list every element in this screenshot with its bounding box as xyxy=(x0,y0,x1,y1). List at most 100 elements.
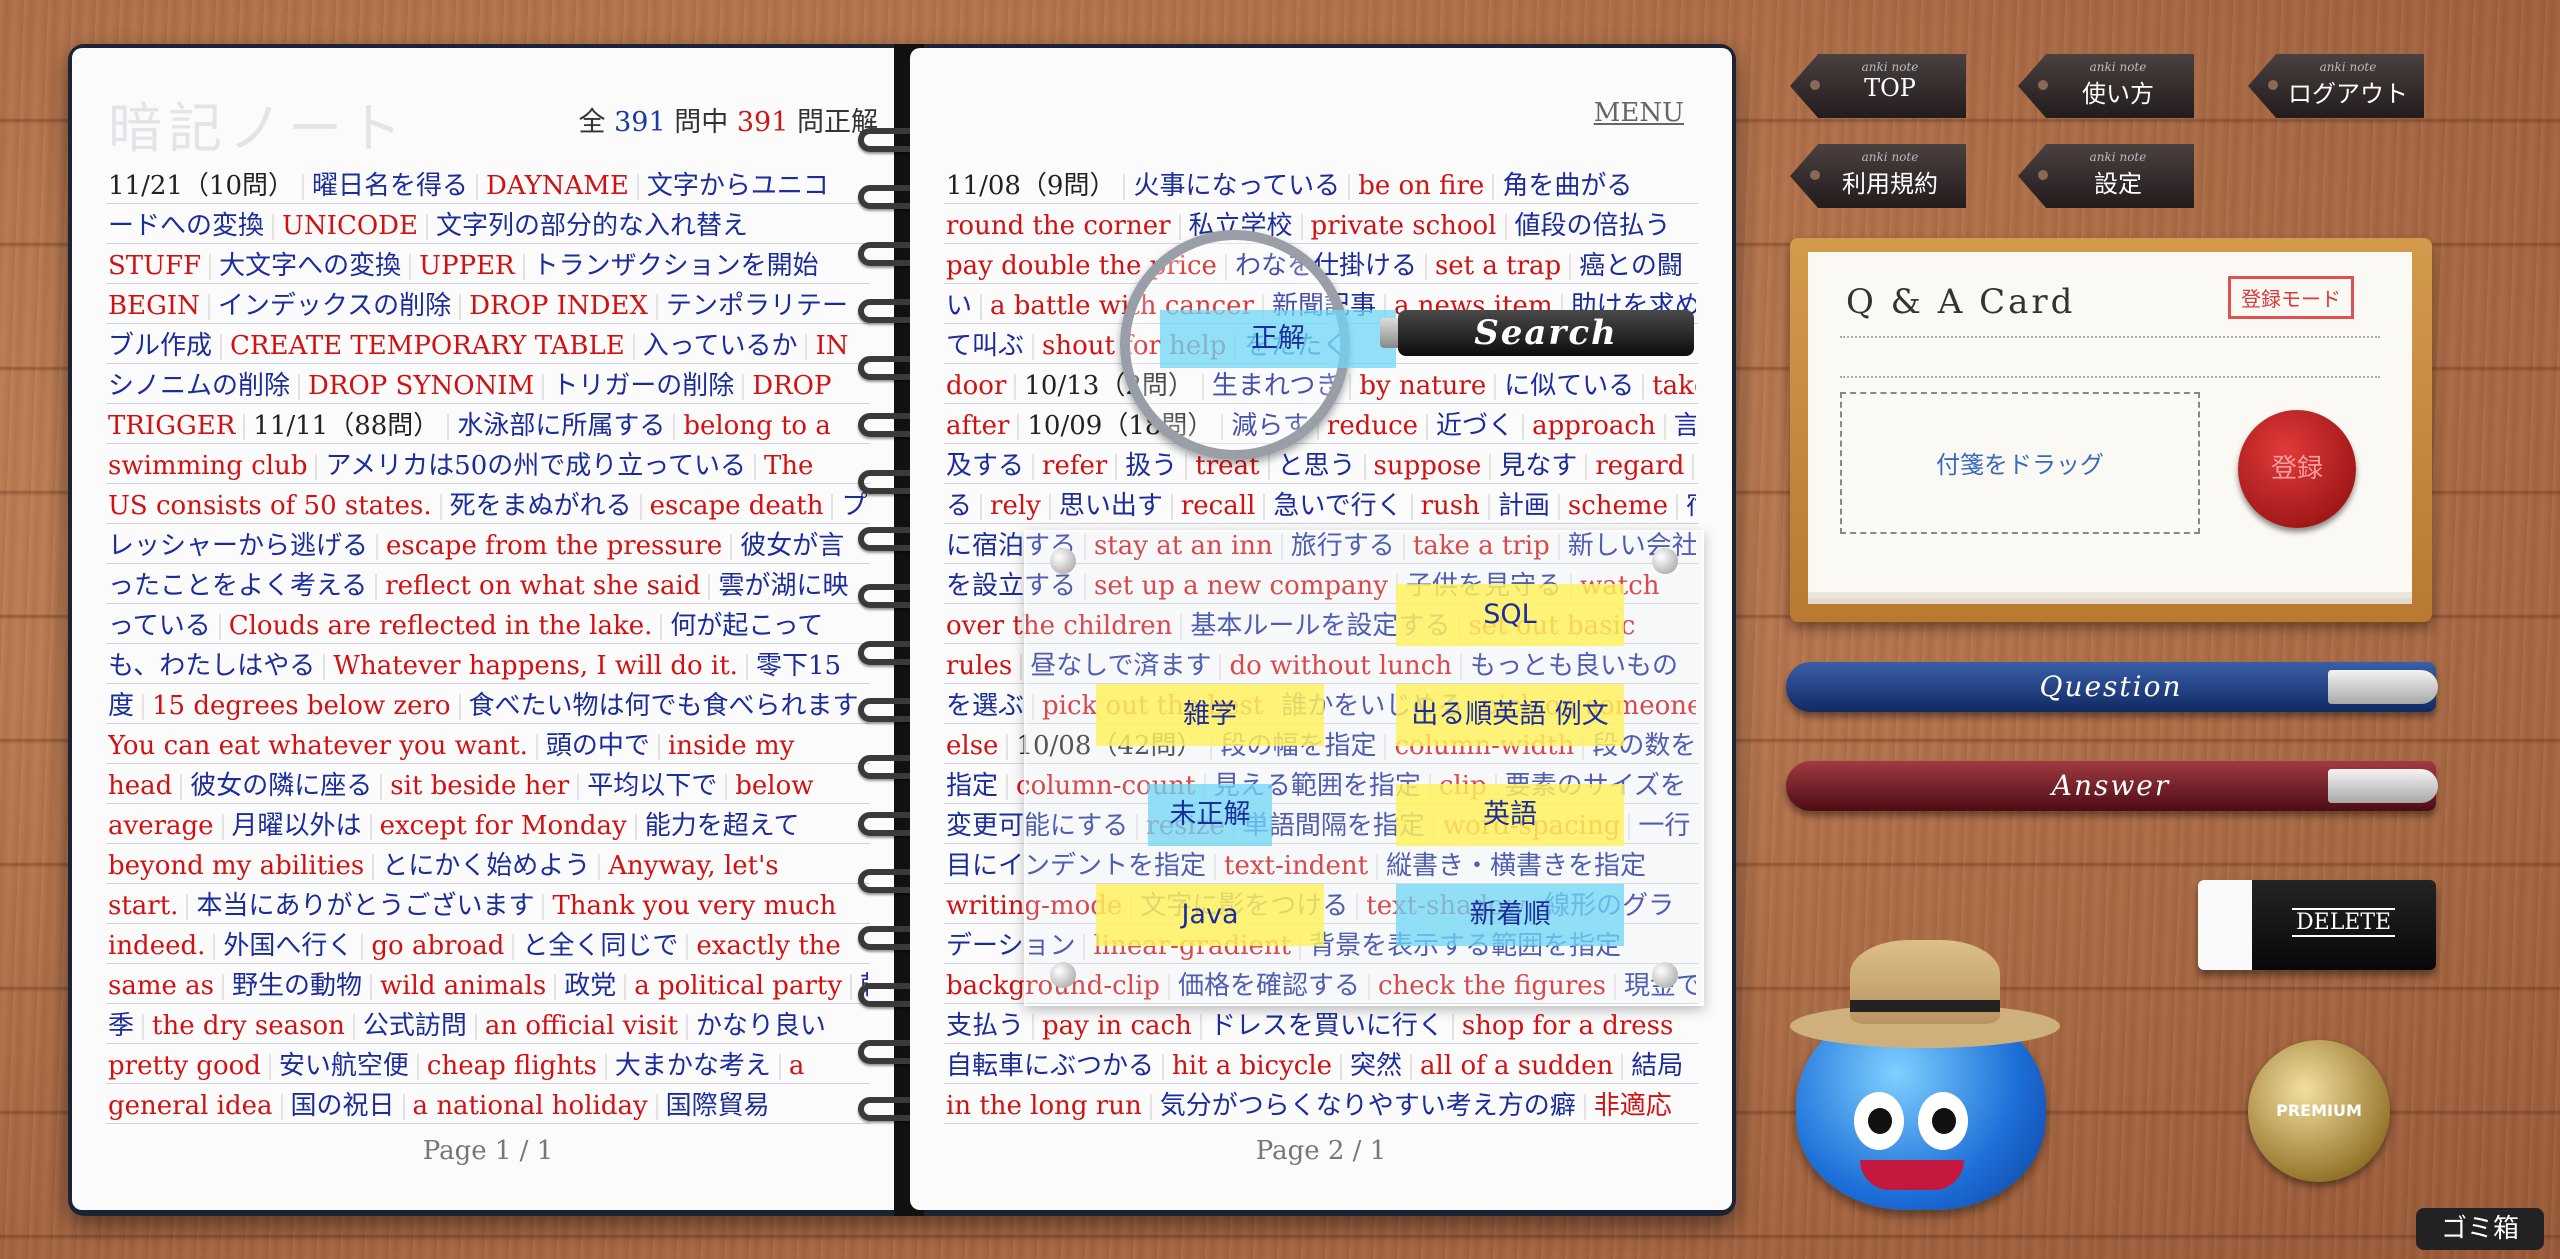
date-heading[interactable]: 11/21（10問） xyxy=(108,171,294,201)
answer-text[interactable]: beyond my abilities xyxy=(108,851,364,881)
question-text[interactable]: 度 xyxy=(108,691,134,721)
answer-text[interactable]: scheme xyxy=(1568,491,1668,521)
filter-tag-english[interactable]: 英語 xyxy=(1396,784,1624,846)
answer-text[interactable]: round the corner xyxy=(946,211,1171,241)
sticky-dropzone[interactable]: 付箋をドラッグ xyxy=(1840,392,2200,534)
answer-text[interactable]: Clouds are reflected in the lake. xyxy=(229,611,653,641)
answer-text[interactable]: start. xyxy=(108,891,178,921)
question-text[interactable]: っている xyxy=(108,611,211,641)
question-text[interactable]: 扱う xyxy=(1125,451,1177,481)
answer-text[interactable]: STUFF xyxy=(108,251,201,281)
answer-text[interactable]: set a trap xyxy=(1435,251,1561,281)
question-pen[interactable]: Question xyxy=(1786,662,2438,712)
answer-text[interactable]: BEGIN xyxy=(108,291,200,321)
answer-text[interactable]: general idea xyxy=(108,1091,273,1121)
question-text[interactable]: 国際貿易 xyxy=(666,1091,770,1121)
question-text[interactable]: 季 xyxy=(108,1011,134,1041)
filter-tag-english-examples[interactable]: 出る順英語 例文 xyxy=(1396,684,1624,746)
filter-tag-newest[interactable]: 新着順 xyxy=(1396,884,1624,946)
question-text[interactable]: 死をまぬがれる xyxy=(450,491,632,521)
question-text[interactable]: 何が起こって xyxy=(670,611,823,641)
answer-text[interactable]: belong to a xyxy=(683,411,831,441)
question-text[interactable]: ブル作成 xyxy=(108,331,212,361)
answer-text[interactable]: indeed. xyxy=(108,931,205,961)
answer-text[interactable]: hit a bicycle xyxy=(1172,1051,1332,1081)
premium-badge-icon[interactable]: PREMIUM xyxy=(2248,1040,2390,1182)
answer-text[interactable]: rush xyxy=(1421,491,1480,521)
question-text[interactable]: 値段の倍払う xyxy=(1515,211,1671,241)
answer-text[interactable]: refer xyxy=(1042,451,1107,481)
answer-text[interactable]: a political party xyxy=(634,971,842,1001)
answer-text[interactable]: UNICODE xyxy=(282,211,418,241)
answer-text[interactable]: DROP SYNONIM xyxy=(308,371,534,401)
filter-tag-unanswered[interactable]: 未正解 xyxy=(1148,784,1272,846)
question-text[interactable]: い xyxy=(946,291,972,321)
answer-text[interactable]: suppose xyxy=(1374,451,1482,481)
answer-text[interactable]: pay in cach xyxy=(1042,1011,1192,1041)
question-text[interactable]: 自転車にぶつかる xyxy=(946,1051,1154,1081)
answer-text[interactable]: 非適応 xyxy=(1594,1091,1672,1121)
filter-tag-trivia[interactable]: 雑学 xyxy=(1096,684,1324,746)
filter-tag-sql[interactable]: SQL xyxy=(1396,584,1624,646)
question-text[interactable]: る xyxy=(946,491,972,521)
question-text[interactable]: 月曜以外は xyxy=(232,811,362,841)
nav-how-to-use[interactable]: anki note 使い方 xyxy=(2018,54,2194,118)
answer-text[interactable]: a xyxy=(789,1051,805,1081)
answer-text[interactable]: Anyway, let's xyxy=(608,851,778,881)
question-text[interactable]: アメリカは50の州で成り立っている xyxy=(325,451,746,481)
question-text[interactable]: ドレスを買いに行く xyxy=(1210,1011,1444,1041)
question-text[interactable]: 大文字への変換 xyxy=(219,251,401,281)
question-text[interactable]: シノニムの削除 xyxy=(108,371,290,401)
question-text[interactable]: ったことをよく考える xyxy=(108,571,367,601)
question-text[interactable]: を選ぶ xyxy=(946,691,1024,721)
question-text[interactable]: 突然 xyxy=(1350,1051,1402,1081)
question-text[interactable]: ードへの変換 xyxy=(108,211,264,241)
delete-eraser[interactable]: DELETE xyxy=(2198,880,2436,970)
question-text[interactable]: レッシャーから逃げる xyxy=(108,531,368,561)
question-text[interactable]: 気分がつらくなりやすい考え方の癖 xyxy=(1160,1091,1576,1121)
answer-text[interactable]: The xyxy=(764,451,813,481)
question-text[interactable]: トランザクションを開始 xyxy=(533,251,819,281)
question-text[interactable]: 曜日名を得る xyxy=(312,171,468,201)
answer-text[interactable]: regard xyxy=(1595,451,1684,481)
answer-text[interactable]: rely xyxy=(990,491,1041,521)
answer-text[interactable]: TRIGGER xyxy=(108,411,235,441)
question-text[interactable]: 野生の動物 xyxy=(232,971,362,1001)
question-text[interactable]: 文字列の部分的な入れ替え xyxy=(436,211,748,241)
nav-logout[interactable]: anki note ログアウト xyxy=(2248,54,2424,118)
question-text[interactable]: 指定 xyxy=(946,771,998,801)
answer-text[interactable]: cheap flights xyxy=(427,1051,597,1081)
question-text[interactable]: 言 xyxy=(1674,411,1696,441)
answer-text[interactable]: approach xyxy=(1532,411,1656,441)
answer-text[interactable]: be on fire xyxy=(1358,171,1484,201)
question-text[interactable]: 文字からユニコ xyxy=(647,171,829,201)
filter-tag-java[interactable]: Java xyxy=(1096,884,1324,946)
question-text[interactable]: トリガーの削除 xyxy=(552,371,734,401)
answer-text[interactable]: rules xyxy=(946,651,1012,681)
question-text[interactable]: とにかく始めよう xyxy=(382,851,590,881)
answer-text[interactable]: reflect on what she said xyxy=(385,571,700,601)
question-text[interactable]: 火事になっている xyxy=(1133,171,1340,201)
answer-text[interactable]: same as xyxy=(108,971,214,1001)
question-text[interactable]: 彼女が言 xyxy=(740,531,844,561)
answer-text[interactable]: CREATE TEMPORARY TABLE xyxy=(230,331,625,361)
question-text[interactable]: 安い航空便 xyxy=(279,1051,409,1081)
question-text[interactable]: 急いで行く xyxy=(1273,491,1402,521)
question-text[interactable]: 水泳部に所属する xyxy=(457,411,665,441)
question-text[interactable]: 雲が湖に映 xyxy=(718,571,848,601)
question-text[interactable]: テンポラリテー xyxy=(666,291,848,321)
question-text[interactable]: 癌との闘 xyxy=(1579,251,1683,281)
answer-text[interactable]: Thank you very much xyxy=(552,891,836,921)
answer-text[interactable]: escape death xyxy=(650,491,824,521)
answer-text[interactable]: private school xyxy=(1311,211,1497,241)
answer-text[interactable]: sit beside her xyxy=(390,771,569,801)
question-text[interactable]: 近づく xyxy=(1436,411,1514,441)
answer-text[interactable]: You can eat whatever you want. xyxy=(108,731,528,761)
nav-top[interactable]: anki note TOP xyxy=(1790,54,1966,118)
date-heading[interactable]: 11/08（9問） xyxy=(946,171,1115,201)
question-text[interactable]: 及する xyxy=(946,451,1024,481)
answer-text[interactable]: shop for a dress xyxy=(1462,1011,1674,1041)
question-text[interactable]: と思う xyxy=(1278,451,1356,481)
answer-text[interactable]: recall xyxy=(1181,491,1256,521)
date-heading[interactable]: 11/11（88問） xyxy=(253,411,439,441)
